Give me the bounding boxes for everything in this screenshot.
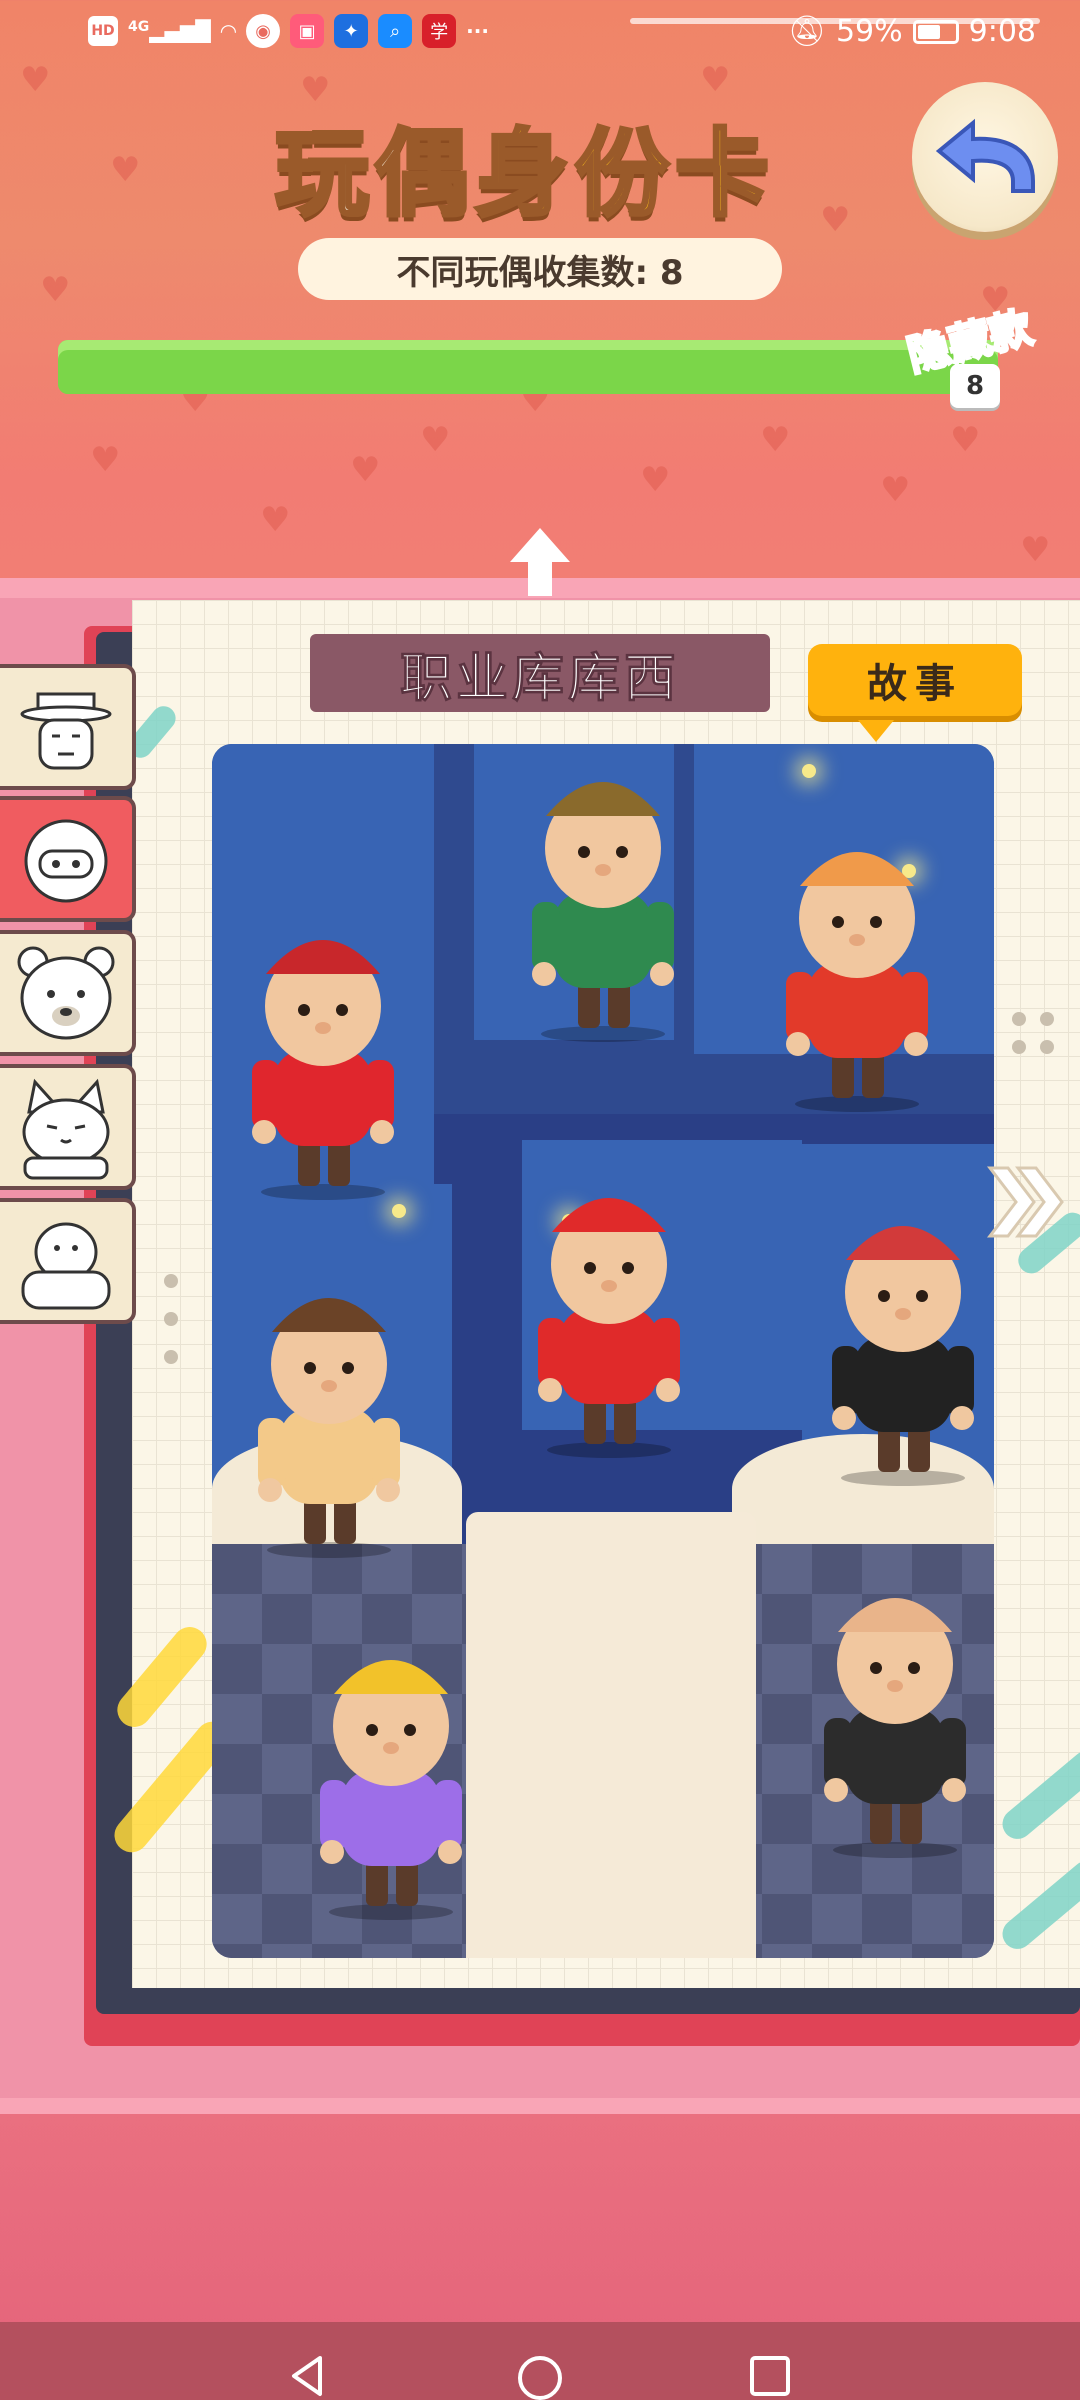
decor-dot bbox=[164, 1350, 178, 1364]
tab-bear[interactable] bbox=[0, 930, 136, 1056]
tab-seal[interactable] bbox=[0, 1198, 136, 1324]
seal-icon bbox=[21, 1222, 111, 1310]
missing-puzzle-piece bbox=[466, 1512, 756, 1958]
worker-figure[interactable] bbox=[296, 1630, 486, 1920]
back-arrow-icon bbox=[935, 118, 1035, 193]
tab-helmet-doll[interactable] bbox=[0, 796, 136, 922]
back-button[interactable] bbox=[912, 82, 1058, 232]
decor-dot bbox=[164, 1312, 178, 1326]
page-stripe bbox=[996, 1744, 1080, 1846]
cat-icon bbox=[22, 1078, 110, 1180]
decor-dot bbox=[1012, 1012, 1026, 1026]
title-part-2: 身份卡 bbox=[473, 118, 776, 231]
app-ball-icon: ◉ bbox=[246, 14, 281, 48]
battery-icon bbox=[912, 19, 959, 44]
app-search-icon: ⌕ bbox=[378, 14, 413, 48]
helmet-doll-icon bbox=[24, 819, 108, 903]
decor-dot bbox=[164, 1274, 178, 1288]
wifi-icon: ◠ bbox=[220, 19, 237, 43]
hearts-pattern: ♥ ♥ ♥ ♥ ♥ ♥ ♥ ♥ ♥ ♥ ♥ ♥ ♥ ♥ ♥ ♥ ♥ ♥ bbox=[20, 60, 1051, 570]
status-bar: HD 4G▂▄▆█ ◠ ◉ ▣ ✦ ⌕ 学 ··· 🔕︎ 59% 9:08 bbox=[0, 0, 1080, 66]
page-stripe bbox=[996, 1854, 1080, 1956]
nav-home-icon[interactable] bbox=[516, 2354, 564, 2400]
businessman-figure[interactable] bbox=[800, 1568, 990, 1858]
up-arrow-icon[interactable] bbox=[500, 522, 580, 602]
mute-icon: 🔕︎ bbox=[787, 14, 826, 49]
collection-progress-bar bbox=[58, 340, 998, 394]
sparkle bbox=[392, 1204, 406, 1218]
bellhop-figure[interactable] bbox=[228, 910, 418, 1200]
page-title: 玩偶 身份卡 bbox=[273, 112, 775, 231]
decor-dot bbox=[1040, 1040, 1054, 1054]
app-study-icon: 学 bbox=[422, 14, 457, 48]
punk-figure[interactable] bbox=[808, 1196, 998, 1486]
app-bulb-icon: ✦ bbox=[334, 14, 369, 48]
decor-dot bbox=[1040, 1012, 1054, 1026]
nav-recents-icon[interactable] bbox=[748, 2354, 792, 2398]
story-button[interactable]: 故事 bbox=[808, 644, 1022, 742]
decor-dot bbox=[1012, 1040, 1026, 1054]
signal-icon: 4G▂▄▆█ bbox=[128, 19, 211, 43]
sparkle bbox=[802, 764, 816, 778]
battery-percent: 59% bbox=[835, 14, 903, 49]
tophat-figure[interactable] bbox=[508, 752, 698, 1042]
gentleman-figure[interactable] bbox=[234, 1268, 424, 1558]
old-man-icon bbox=[20, 692, 112, 770]
racer-figure[interactable] bbox=[762, 822, 952, 1112]
next-page-icon[interactable] bbox=[982, 1158, 1070, 1246]
collect-count-label: 不同玩偶收集数: 8 bbox=[298, 238, 782, 300]
count-badge: 8 bbox=[950, 364, 1000, 408]
progress-fill bbox=[58, 340, 998, 394]
santa-figure[interactable] bbox=[514, 1168, 704, 1458]
app-book-icon: ▣ bbox=[290, 14, 325, 48]
doll-name-banner: 职业库库西 bbox=[310, 634, 770, 712]
bear-icon bbox=[17, 946, 115, 1040]
hd-icon: HD bbox=[88, 16, 118, 46]
tab-cat[interactable] bbox=[0, 1064, 136, 1190]
nav-back-icon[interactable] bbox=[286, 2354, 330, 2398]
more-icon: ··· bbox=[466, 19, 489, 43]
title-part-1: 玩偶 bbox=[273, 118, 476, 231]
clock: 9:08 bbox=[968, 14, 1036, 49]
tab-old-man[interactable] bbox=[0, 664, 136, 790]
